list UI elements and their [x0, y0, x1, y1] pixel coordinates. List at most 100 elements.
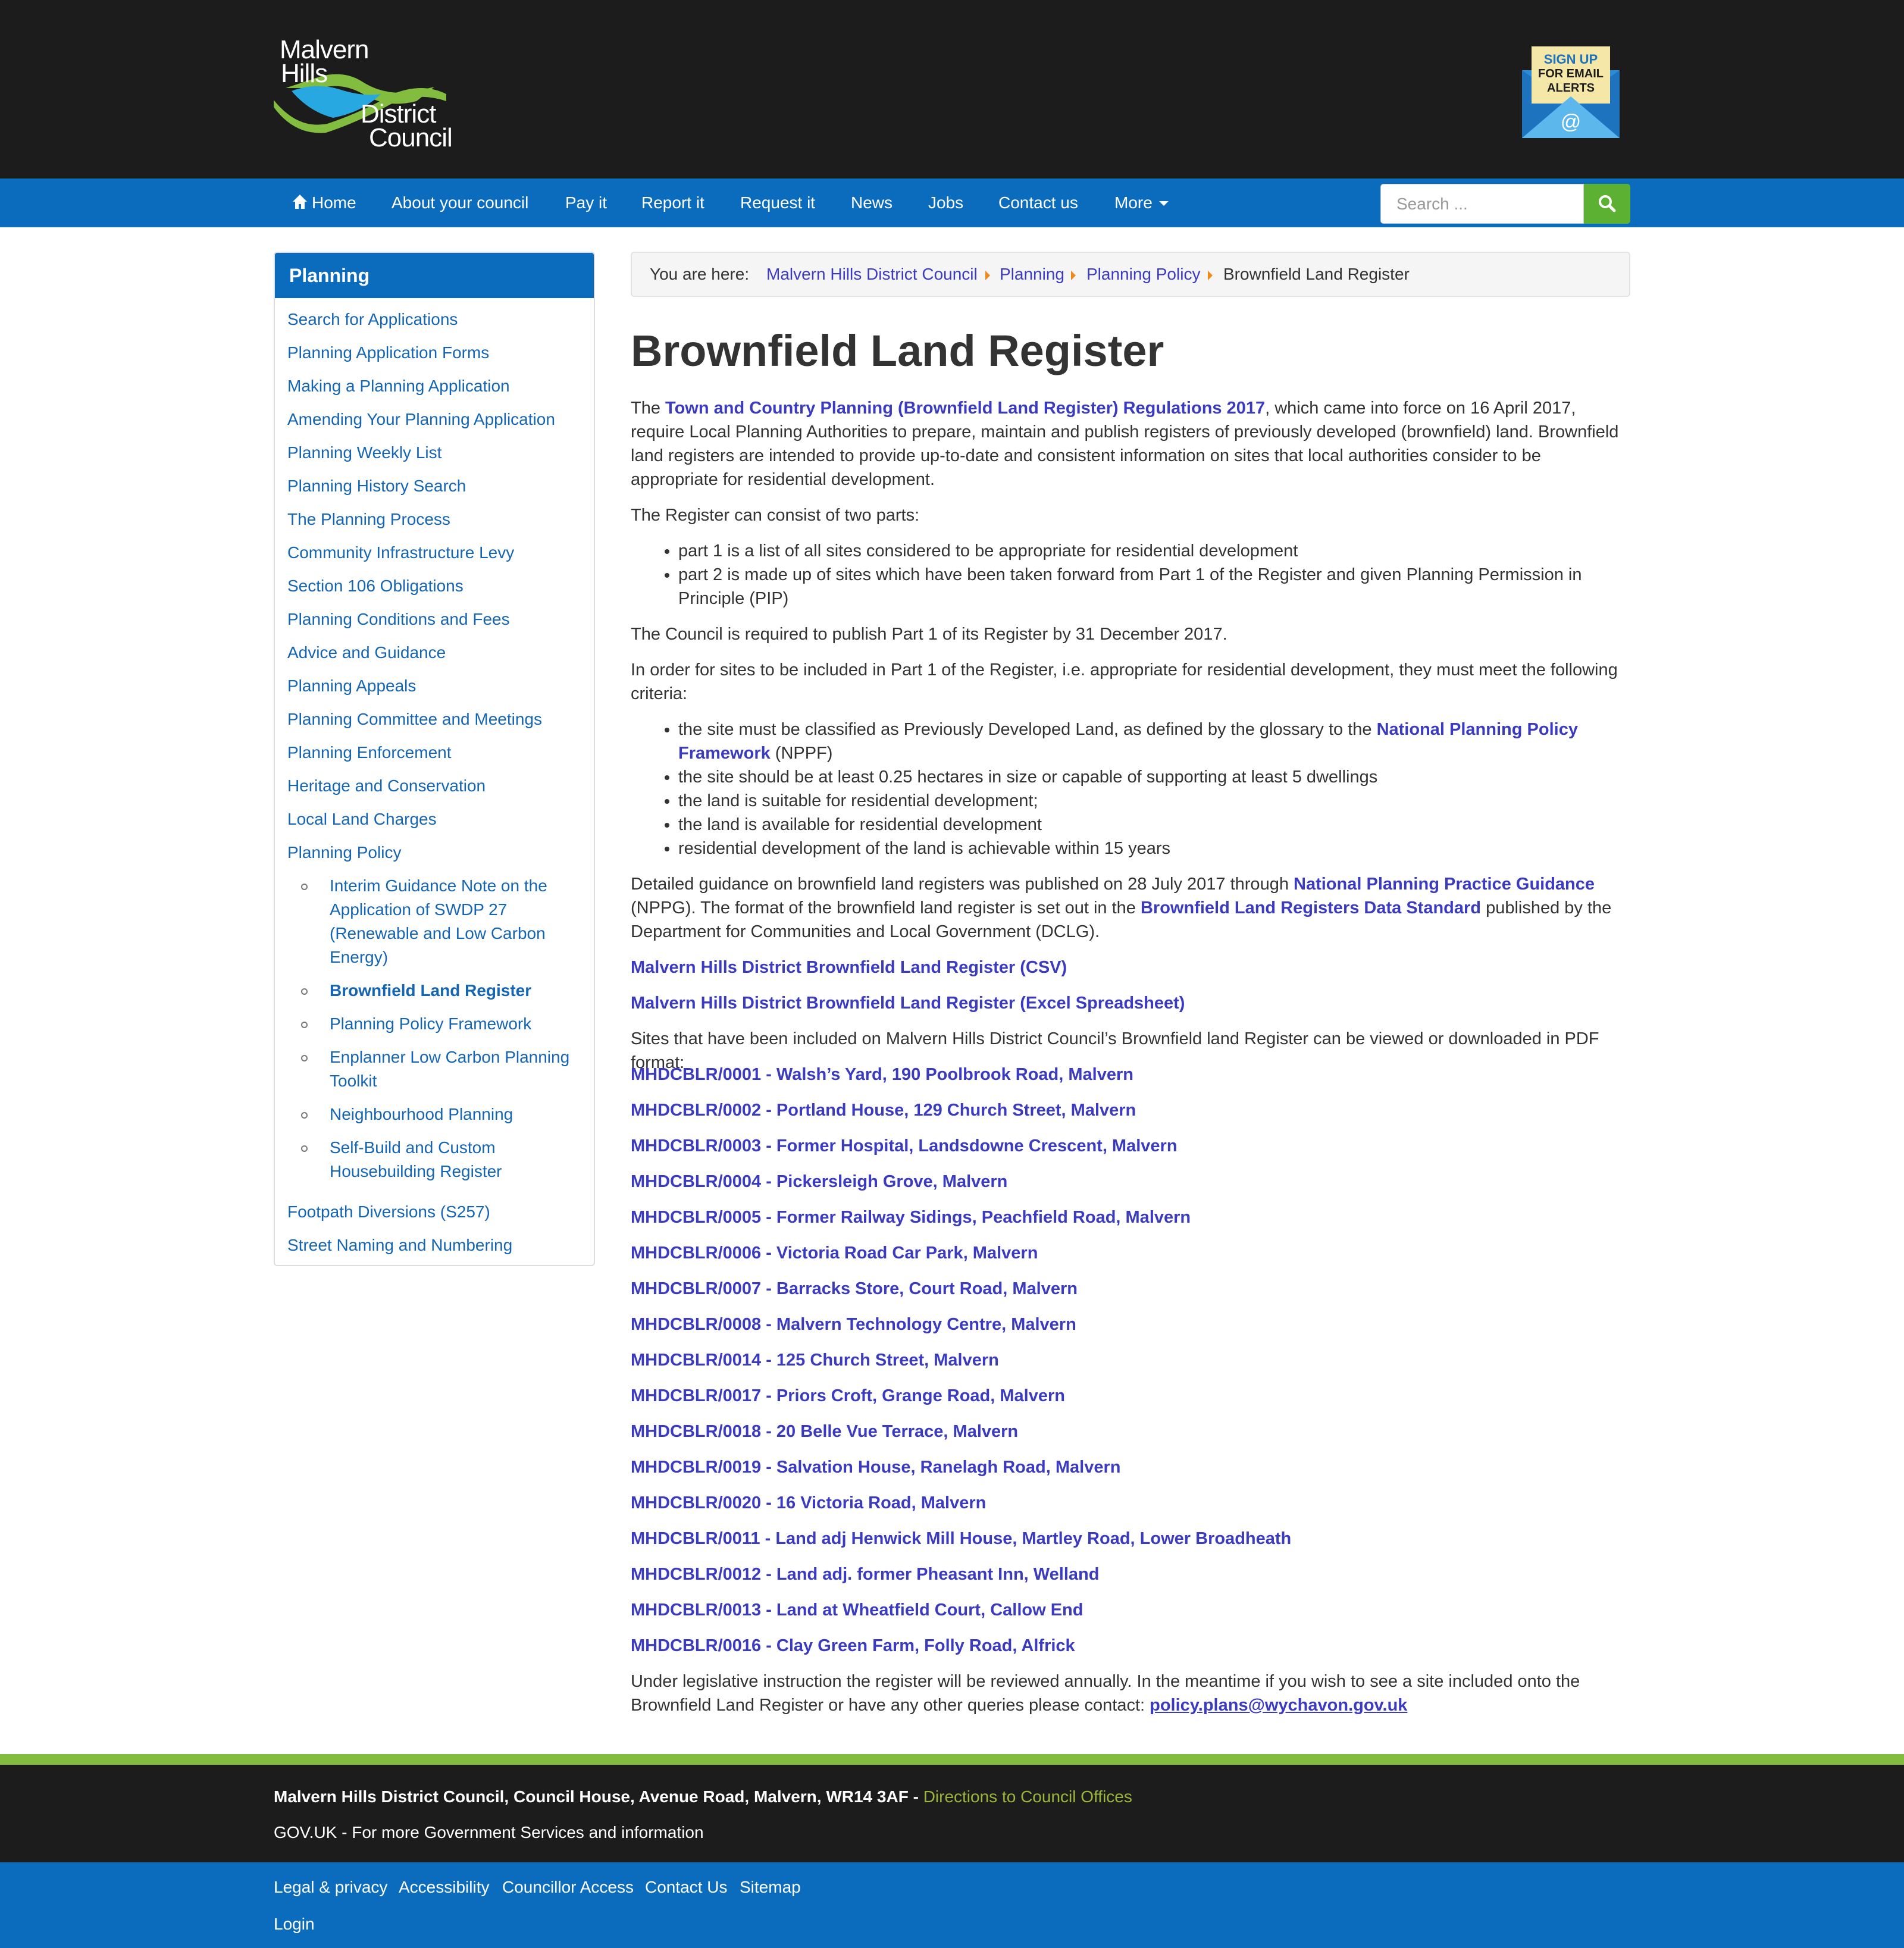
nav-request[interactable]: Request it	[740, 178, 815, 227]
sidebar-item-search-applications[interactable]: Search for Applications	[287, 308, 458, 331]
sidebar-title: Planning	[275, 253, 594, 298]
nav-pay[interactable]: Pay it	[565, 178, 607, 227]
logo-text-hills: Hills	[281, 59, 328, 88]
site-link[interactable]: MHDCBLR/0014 - 125 Church Street, Malver…	[631, 1348, 999, 1372]
sidebar-item-weekly-list[interactable]: Planning Weekly List	[287, 441, 441, 465]
site-link[interactable]: MHDCBLR/0004 - Pickersleigh Grove, Malve…	[631, 1170, 1007, 1194]
signup-text-3: ALERTS	[1547, 82, 1595, 95]
sidebar-subitem: Enplanner Low Carbon Planning Toolkit	[301, 1045, 587, 1093]
breadcrumb-planning[interactable]: Planning	[1000, 253, 1064, 296]
sidebar-item-conditions-fees[interactable]: Planning Conditions and Fees	[287, 607, 510, 631]
sidebar: Planning Search for Applications Plannin…	[274, 252, 595, 1266]
sidebar-item-street-naming[interactable]: Street Naming and Numbering	[287, 1233, 512, 1257]
data-standard-link[interactable]: Brownfield Land Registers Data Standard	[1141, 898, 1481, 917]
directions-link[interactable]: Directions to Council Offices	[923, 1787, 1132, 1806]
sidebar-item-cil[interactable]: Community Infrastructure Levy	[287, 541, 514, 565]
sidebar-subitem-enplanner[interactable]: Enplanner Low Carbon Planning Toolkit	[330, 1045, 580, 1093]
sidebar-subitem-policy-framework[interactable]: Planning Policy Framework	[330, 1012, 591, 1036]
site-link[interactable]: MHDCBLR/0019 - Salvation House, Ranelagh…	[631, 1455, 1120, 1479]
sidebar-item-making-application[interactable]: Making a Planning Application	[287, 374, 510, 398]
site-link[interactable]: MHDCBLR/0020 - 16 Victoria Road, Malvern	[631, 1491, 986, 1515]
sidebar-item-land-charges[interactable]: Local Land Charges	[287, 807, 437, 831]
footer-councillor-link[interactable]: Councillor Access	[502, 1875, 634, 1899]
site-link[interactable]: MHDCBLR/0013 - Land at Wheatfield Court,…	[631, 1598, 1083, 1622]
nav-jobs[interactable]: Jobs	[928, 178, 963, 227]
footer-legal-link[interactable]: Legal & privacy	[274, 1875, 387, 1899]
email-alerts-signup[interactable]: SIGN UP FOR EMAIL ALERTS @	[1522, 46, 1620, 138]
gov-uk-link[interactable]: GOV.UK - For more Government Services an…	[274, 1821, 704, 1844]
site-link[interactable]: MHDCBLR/0018 - 20 Belle Vue Terrace, Mal…	[631, 1420, 1018, 1443]
at-icon: @	[1560, 111, 1582, 133]
register-excel-link[interactable]: Malvern Hills District Brownfield Land R…	[631, 991, 1185, 1015]
circle-bullet-icon	[301, 1055, 308, 1061]
sidebar-item-application-forms[interactable]: Planning Application Forms	[287, 341, 489, 365]
footer-sitemap-link[interactable]: Sitemap	[740, 1875, 801, 1899]
sidebar-item-amending-application[interactable]: Amending Your Planning Application	[287, 408, 555, 431]
home-icon	[292, 193, 308, 209]
site-link[interactable]: MHDCBLR/0003 - Former Hospital, Landsdow…	[631, 1134, 1178, 1158]
register-csv-link[interactable]: Malvern Hills District Brownfield Land R…	[631, 956, 1067, 979]
search-icon	[1599, 195, 1616, 212]
regulations-link[interactable]: Town and Country Planning (Brownfield La…	[665, 399, 1265, 418]
sidebar-item-section-106[interactable]: Section 106 Obligations	[287, 574, 464, 598]
site-link[interactable]: MHDCBLR/0016 - Clay Green Farm, Folly Ro…	[631, 1634, 1075, 1658]
sidebar-subitem-self-build[interactable]: Self-Build and Custom Housebuilding Regi…	[330, 1136, 580, 1183]
breadcrumb-arrow-icon	[985, 271, 990, 280]
site-link[interactable]: MHDCBLR/0011 - Land adj Henwick Mill Hou…	[631, 1527, 1291, 1551]
sidebar-subitem: Neighbourhood Planning	[301, 1103, 587, 1126]
footer-login-link[interactable]: Login	[274, 1912, 315, 1936]
breadcrumb-arrow-icon	[1208, 271, 1213, 280]
sidebar-subitem: Planning Policy Framework	[301, 1012, 587, 1036]
council-logo[interactable]: Malvern Hills District Council	[274, 35, 453, 154]
circle-bullet-icon	[301, 1022, 308, 1028]
site-link[interactable]: MHDCBLR/0012 - Land adj. former Pheasant…	[631, 1562, 1099, 1586]
site-link[interactable]: MHDCBLR/0017 - Priors Croft, Grange Road…	[631, 1384, 1065, 1408]
sidebar-item-footpath-diversions[interactable]: Footpath Diversions (S257)	[287, 1200, 490, 1224]
criteria-intro: In order for sites to be included in Par…	[631, 660, 1618, 703]
sidebar-item-planning-process[interactable]: The Planning Process	[287, 508, 450, 531]
site-link[interactable]: MHDCBLR/0001 - Walsh’s Yard, 190 Poolbro…	[631, 1063, 1133, 1086]
sidebar-item-appeals[interactable]: Planning Appeals	[287, 674, 416, 698]
sidebar-item-heritage[interactable]: Heritage and Conservation	[287, 774, 486, 798]
nav-about[interactable]: About your council	[392, 178, 528, 227]
nav-more[interactable]: More	[1114, 178, 1153, 227]
footer-accessibility-link[interactable]: Accessibility	[399, 1875, 489, 1899]
footer-info	[0, 1765, 1904, 1862]
list-item: the site must be classified as Previousl…	[678, 718, 1630, 765]
list-item: the land is available for residential de…	[678, 813, 1630, 837]
nav-home[interactable]: Home	[312, 178, 356, 227]
sidebar-item-advice-guidance[interactable]: Advice and Guidance	[287, 641, 446, 665]
site-link[interactable]: MHDCBLR/0006 - Victoria Road Car Park, M…	[631, 1241, 1038, 1265]
list-item: residential development of the land is a…	[678, 837, 1630, 860]
breadcrumb-planning-policy[interactable]: Planning Policy	[1086, 253, 1200, 296]
nav-contact[interactable]: Contact us	[998, 178, 1078, 227]
sidebar-item-committee-meetings[interactable]: Planning Committee and Meetings	[287, 707, 542, 731]
site-link[interactable]: MHDCBLR/0002 - Portland House, 129 Churc…	[631, 1098, 1136, 1122]
register-parts-intro: The Register can consist of two parts:	[631, 506, 920, 525]
list-item: part 1 is a list of all sites considered…	[678, 539, 1630, 563]
main-nav: Home About your council Pay it Report it…	[0, 178, 1904, 227]
breadcrumb-home[interactable]: Malvern Hills District Council	[766, 253, 978, 296]
breadcrumb-current: Brownfield Land Register	[1223, 265, 1410, 283]
criteria-text-post: (NPPF)	[770, 744, 833, 763]
contact-email-link[interactable]: policy.plans@wychavon.gov.uk	[1150, 1696, 1407, 1715]
sidebar-subitem-swdp27[interactable]: Interim Guidance Note on the Application…	[330, 874, 591, 969]
caret-down-icon	[1159, 201, 1169, 206]
search-button[interactable]	[1584, 184, 1630, 224]
sidebar-item-history-search[interactable]: Planning History Search	[287, 474, 466, 498]
sidebar-subitem-neighbourhood[interactable]: Neighbourhood Planning	[330, 1103, 591, 1126]
site-link[interactable]: MHDCBLR/0005 - Former Railway Sidings, P…	[631, 1205, 1191, 1229]
sidebar-subitem-brownfield[interactable]: Brownfield Land Register	[330, 979, 591, 1003]
site-link[interactable]: MHDCBLR/0008 - Malvern Technology Centre…	[631, 1313, 1076, 1336]
nppg-link[interactable]: National Planning Practice Guidance	[1294, 875, 1595, 894]
sidebar-subitem: Brownfield Land Register	[301, 979, 587, 1003]
nav-report[interactable]: Report it	[641, 178, 704, 227]
sidebar-item-planning-policy[interactable]: Planning Policy	[287, 841, 401, 865]
page-title: Brownfield Land Register	[631, 326, 1164, 375]
nav-news[interactable]: News	[851, 178, 892, 227]
search-input[interactable]	[1381, 184, 1583, 223]
site-link[interactable]: MHDCBLR/0007 - Barracks Store, Court Roa…	[631, 1277, 1078, 1301]
footer-contact-link[interactable]: Contact Us	[645, 1875, 728, 1899]
sidebar-item-enforcement[interactable]: Planning Enforcement	[287, 741, 452, 765]
signup-text-1: SIGN UP	[1543, 52, 1598, 67]
